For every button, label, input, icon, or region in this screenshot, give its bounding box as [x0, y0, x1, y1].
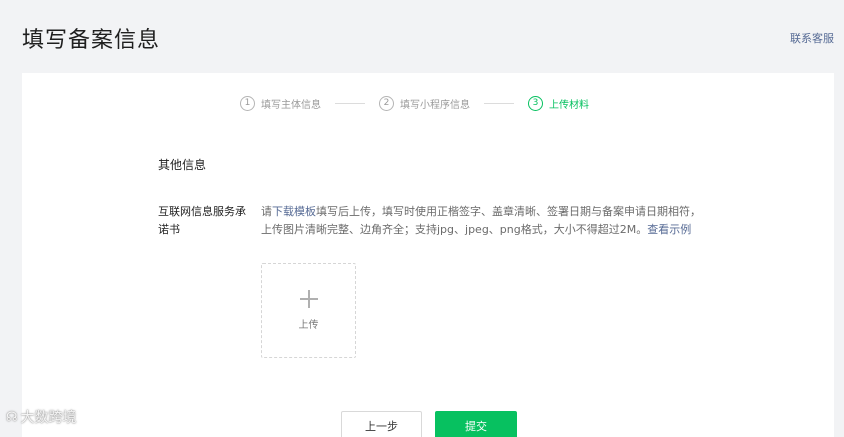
stepper: 1 填写主体信息 2 填写小程序信息 3 上传材料 — [240, 93, 589, 113]
section-title: 其他信息 — [158, 158, 207, 172]
field-description: 请下载模板填写后上传，填写时使用正楷签字、盖章清晰、签署日期与备案申请日期相符，… — [261, 203, 706, 239]
step-2: 2 填写小程序信息 — [379, 95, 470, 111]
plus-icon — [299, 290, 318, 308]
desc-body: 填写后上传，填写时使用正楷签字、盖章清晰、签署日期与备案申请日期相符，上传图片清… — [261, 205, 701, 236]
view-example-link[interactable]: 查看示例 — [647, 223, 691, 236]
desc-prefix: 请 — [261, 205, 272, 218]
step-3: 3 上传材料 — [528, 95, 589, 111]
step-number: 1 — [240, 95, 255, 111]
upload-label: 上传 — [298, 320, 319, 331]
download-template-link[interactable]: 下载模板 — [272, 205, 316, 218]
step-divider — [335, 102, 365, 104]
form-card: 1 填写主体信息 2 填写小程序信息 3 上传材料 其他信息 互联网信息服务承诺… — [22, 73, 834, 437]
field-label-commitment: 互联网信息服务承诺书 — [158, 205, 246, 236]
page-title: 填写备案信息 — [22, 28, 161, 53]
step-divider — [484, 102, 514, 104]
step-number: 2 — [379, 95, 394, 111]
step-number: 3 — [528, 95, 543, 111]
watermark-logo-icon: ☊ — [6, 409, 18, 425]
watermark-text: 大数跨境 — [20, 410, 77, 426]
watermark: ☊ 大数跨境 — [6, 407, 77, 427]
step-1: 1 填写主体信息 — [240, 95, 321, 111]
upload-box[interactable]: 上传 — [261, 263, 356, 358]
step-label: 填写小程序信息 — [400, 99, 470, 111]
previous-step-button[interactable]: 上一步 — [341, 411, 422, 437]
contact-support-link[interactable]: 联系客服 — [790, 30, 834, 46]
step-label: 填写主体信息 — [261, 99, 321, 111]
submit-button[interactable]: 提交 — [435, 411, 517, 437]
step-label: 上传材料 — [549, 99, 589, 111]
